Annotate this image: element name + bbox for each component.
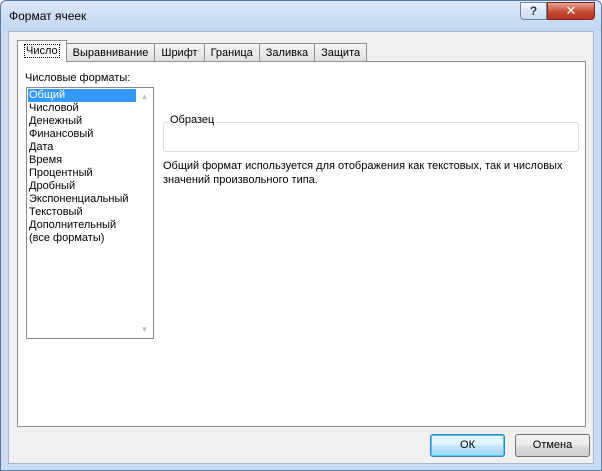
formats-label: Числовые форматы: xyxy=(25,72,131,84)
list-scrollbar[interactable]: ▲ ▼ xyxy=(136,88,153,338)
ok-button[interactable]: ОК xyxy=(430,434,505,457)
close-button[interactable]: ✕ xyxy=(547,2,595,20)
format-cells-dialog: Формат ячеек ? ✕ Число Выравнивание Шриф… xyxy=(0,0,602,471)
tab-alignment[interactable]: Выравнивание xyxy=(65,43,156,61)
list-item-text[interactable]: Текстовый xyxy=(28,206,136,219)
sample-groupbox xyxy=(163,122,579,152)
list-item-scientific[interactable]: Экспоненциальный xyxy=(28,193,136,206)
help-button[interactable]: ? xyxy=(520,2,547,20)
list-items: Общий Числовой Денежный Финансовый Дата … xyxy=(28,89,136,245)
tab-border[interactable]: Граница xyxy=(203,43,260,61)
dialog-client-area: Число Выравнивание Шрифт Граница Заливка… xyxy=(8,31,594,464)
list-item-special[interactable]: Дополнительный xyxy=(28,219,136,232)
list-item-date[interactable]: Дата xyxy=(28,141,136,154)
tab-font[interactable]: Шрифт xyxy=(154,43,205,61)
list-item-currency[interactable]: Денежный xyxy=(28,115,136,128)
window-title: Формат ячеек xyxy=(9,9,87,23)
tab-fill[interactable]: Заливка xyxy=(258,43,316,61)
sample-label: Образец xyxy=(168,114,217,126)
number-tab-panel: Числовые форматы: Общий Числовой Денежны… xyxy=(17,61,586,427)
list-item-accounting[interactable]: Финансовый xyxy=(28,128,136,141)
list-item-number[interactable]: Числовой xyxy=(28,102,136,115)
scroll-up-arrow-icon[interactable]: ▲ xyxy=(136,88,153,105)
tab-strip: Число Выравнивание Шрифт Граница Заливка… xyxy=(17,40,368,62)
cancel-button[interactable]: Отмена xyxy=(515,434,590,457)
format-description: Общий формат используется для отображени… xyxy=(163,160,563,186)
list-item-custom[interactable]: (все форматы) xyxy=(28,232,136,245)
title-bar[interactable]: Формат ячеек ? ✕ xyxy=(1,1,601,31)
number-formats-list[interactable]: Общий Числовой Денежный Финансовый Дата … xyxy=(26,87,154,339)
list-item-general[interactable]: Общий xyxy=(28,89,136,102)
tab-protection[interactable]: Защита xyxy=(314,43,368,61)
list-item-percentage[interactable]: Процентный xyxy=(28,167,136,180)
list-item-fraction[interactable]: Дробный xyxy=(28,180,136,193)
tab-number[interactable]: Число xyxy=(17,40,67,62)
list-item-time[interactable]: Время xyxy=(28,154,136,167)
scroll-down-arrow-icon[interactable]: ▼ xyxy=(136,321,153,338)
